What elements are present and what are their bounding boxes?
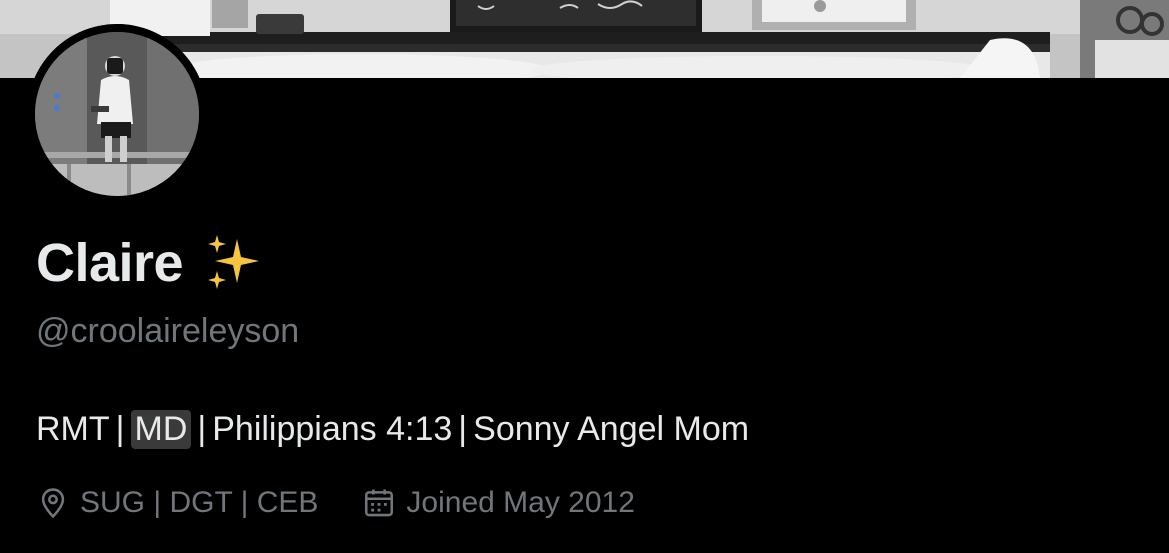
calendar-icon	[362, 486, 396, 520]
bio-rmt: RMT	[36, 410, 110, 448]
profile-avatar[interactable]	[27, 24, 207, 204]
location-pin-icon	[36, 486, 70, 520]
bio-separator: |	[458, 410, 468, 448]
joined-item: Joined May 2012	[362, 486, 635, 520]
display-name: Claire	[36, 233, 184, 293]
bio-separator: |	[197, 410, 207, 448]
bio-md-highlighted: MD	[130, 410, 192, 449]
bio-verse: Philippians 4:13	[212, 410, 453, 448]
location-item: SUG | DGT | CEB	[36, 486, 318, 520]
sparkles-icon	[203, 231, 267, 295]
profile-meta: SUG | DGT | CEB Joined May 2012	[36, 486, 635, 520]
avatar-image	[27, 24, 207, 204]
location-text: SUG | DGT | CEB	[80, 486, 319, 519]
bio-separator: |	[115, 410, 125, 448]
joined-text: Joined May 2012	[406, 486, 635, 519]
profile-name-row: Claire	[36, 232, 267, 294]
bio-sonny-angel: Sonny Angel Mom	[473, 410, 750, 448]
profile-handle: @croolaireleyson	[36, 312, 300, 350]
profile-bio: RMT | MD | Philippians 4:13 | Sonny Ange…	[36, 410, 749, 449]
